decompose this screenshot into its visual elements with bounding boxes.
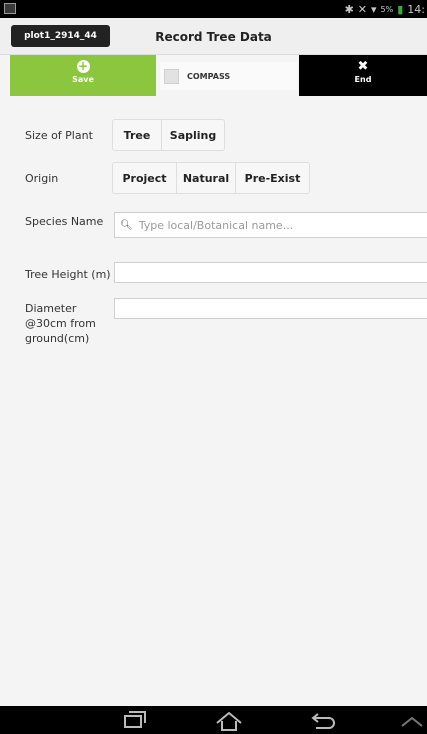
size-of-plant-selector: Tree Sapling [112, 119, 225, 151]
diameter-label-line-2: @30cm from [25, 317, 96, 330]
recent-apps-icon[interactable] [120, 706, 148, 734]
action-bar: + Save COMPASS ✖ End [0, 55, 427, 96]
diameter-label-line-3: ground(cm) [25, 332, 90, 345]
species-search-placeholder: Type local/Botanical name... [138, 218, 294, 232]
battery-percent: 5% [380, 4, 394, 14]
origin-option-natural[interactable]: Natural [177, 163, 236, 193]
diameter-label-line-1: Diameter [25, 302, 77, 315]
tree-height-label: Tree Height (m) [25, 268, 111, 281]
signal-icon: ▾ [371, 2, 377, 16]
origin-label: Origin [25, 172, 59, 185]
status-icons: ✱ ✕ ▾ 5% ▮ 14: [345, 1, 425, 17]
search-icon: 🔍︎ [120, 219, 133, 231]
compass-toggle[interactable]: COMPASS [160, 62, 297, 90]
end-button[interactable]: ✖ End [299, 55, 427, 96]
close-icon: ✖ [357, 59, 369, 74]
origin-selector: Project Natural Pre-Exist [112, 162, 310, 194]
bluetooth-icon: ✱ [344, 2, 354, 16]
origin-option-project[interactable]: Project [113, 163, 177, 193]
save-label: Save [72, 75, 94, 84]
plus-icon: + [76, 59, 90, 73]
species-name-label: Species Name [25, 215, 104, 228]
size-option-sapling[interactable]: Sapling [162, 120, 224, 150]
status-bar: ✱ ✕ ▾ 5% ▮ 14: [0, 0, 427, 18]
gallery-notification-icon [4, 3, 16, 14]
tree-height-input[interactable] [114, 262, 427, 283]
origin-option-pre-exist[interactable]: Pre-Exist [236, 163, 309, 193]
navigation-bar [0, 706, 427, 734]
diameter-label: Diameter @30cm from ground(cm) [25, 301, 96, 346]
diameter-input[interactable] [114, 298, 427, 319]
size-option-tree[interactable]: Tree [113, 120, 162, 150]
size-of-plant-label: Size of Plant [25, 129, 93, 142]
back-icon[interactable] [308, 706, 338, 734]
battery-icon: ▮ [397, 2, 404, 16]
plot-id-button[interactable]: plot1_2914_44 [11, 25, 110, 47]
compass-checkbox[interactable] [164, 68, 179, 84]
save-button[interactable]: + Save [10, 55, 156, 96]
chevron-up-icon[interactable] [398, 706, 426, 734]
mute-icon: ✕ [357, 2, 367, 16]
end-label: End [354, 75, 372, 84]
home-icon[interactable] [214, 706, 244, 734]
title-bar: plot1_2914_44 Record Tree Data [0, 18, 427, 55]
clock: 14: [407, 2, 425, 16]
compass-label: COMPASS [187, 71, 231, 81]
species-search-input[interactable]: 🔍︎ Type local/Botanical name... [114, 212, 427, 238]
